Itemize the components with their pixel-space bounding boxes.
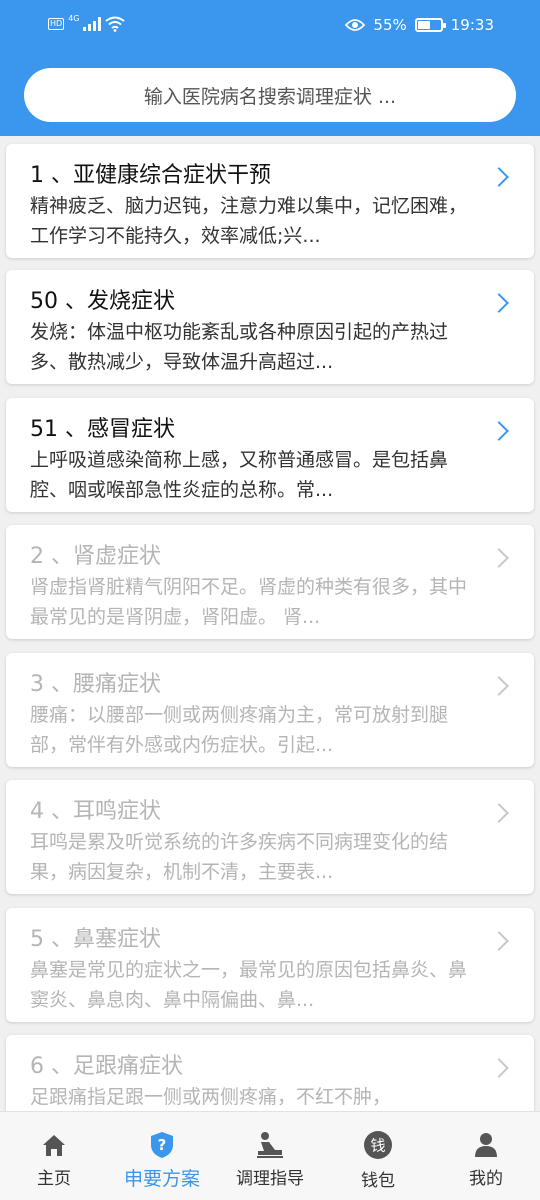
list-item[interactable]: 5 、鼻塞症状鼻塞是常见的症状之一，最常见的原因包括鼻炎、鼻窦炎、鼻息肉、鼻中隔…: [6, 908, 534, 1022]
list-item[interactable]: 1 、亚健康综合症状干预精神疲乏、脑力迟钝，注意力难以集中，记忆困难，工作学习不…: [6, 144, 534, 258]
clock: 19:33: [450, 16, 494, 34]
list-item-description: 鼻塞是常见的症状之一，最常见的原因包括鼻炎、鼻窦炎、鼻息肉、鼻中隔偏曲、鼻...: [30, 959, 468, 1011]
list-item-description: 上呼吸道感染简称上感，又称普通感冒。是包括鼻腔、咽或喉部急性炎症的总称。常...: [30, 449, 449, 501]
person-icon: [471, 1130, 501, 1160]
tab-label: 调理指导: [236, 1169, 304, 1189]
chevron-right-icon: [489, 931, 509, 951]
list-item-description: 腰痛：以腰部一侧或两侧疼痛为主，常可放射到腿部，常伴有外感或内伤症状。引起...: [30, 704, 449, 756]
wallet-icon: 钱: [363, 1130, 393, 1160]
tab-person[interactable]: 我的: [432, 1112, 540, 1200]
list-item[interactable]: 2 、肾虚症状肾虚指肾脏精气阴阳不足。肾虚的种类有很多，其中最常见的是肾阴虚，肾…: [6, 525, 534, 639]
chevron-right-icon: [489, 803, 509, 823]
list-item-description: 足跟痛指足跟一侧或两侧疼痛，不红不肿，: [30, 1086, 392, 1108]
list-item-description: 发烧：体温中枢功能紊乱或各种原因引起的产热过多、散热减少，导致体温升高超过...: [30, 321, 449, 373]
list-item-title: 5 、鼻塞症状: [30, 927, 161, 952]
list-item-title: 2 、肾虚症状: [30, 544, 161, 569]
home-icon: [39, 1130, 69, 1160]
status-left: HD 4G: [48, 13, 126, 32]
list-item-title: 3 、腰痛症状: [30, 672, 161, 697]
network-label: 4G: [68, 13, 80, 23]
list-item[interactable]: 4 、耳鸣症状耳鸣是累及听觉系统的许多疾病不同病理变化的结果，病因复杂，机制不清…: [6, 780, 534, 894]
list-item-title: 51 、感冒症状: [30, 417, 175, 442]
symptom-list[interactable]: 1 、亚健康综合症状干预精神疲乏、脑力迟钝，注意力难以集中，记忆困难，工作学习不…: [0, 136, 540, 1111]
list-item-title: 6 、足跟痛症状: [30, 1054, 183, 1079]
chevron-right-icon: [489, 676, 509, 696]
search-placeholder: 输入医院病名搜索调理症状 ...: [143, 85, 397, 108]
battery-percent: 55%: [373, 16, 407, 34]
bottom-tab-bar: 主页? 申要方案 调理指导钱钱包 我的: [0, 1111, 540, 1200]
tab-label: 钱包: [361, 1171, 395, 1191]
list-item[interactable]: 51 、感冒症状上呼吸道感染简称上感，又称普通感冒。是包括鼻腔、咽或喉部急性炎症…: [6, 398, 534, 512]
tab-question-shield[interactable]: ? 申要方案: [108, 1112, 216, 1200]
hd-badge: HD: [48, 18, 65, 30]
list-item[interactable]: 50 、发烧症状发烧：体温中枢功能紊乱或各种原因引起的产热过多、散热减少，导致体…: [6, 270, 534, 384]
wallet-icon-text: 钱: [370, 1137, 385, 1155]
eye-icon: [345, 19, 366, 31]
chevron-right-icon: [489, 167, 509, 187]
list-item-title: 1 、亚健康综合症状干预: [30, 163, 271, 188]
status-bar: HD 4G 55% 19:33: [0, 0, 540, 52]
chevron-right-icon: [489, 1058, 509, 1078]
massage-icon: [255, 1130, 285, 1160]
signal-icon: [83, 17, 102, 31]
battery-icon: [414, 18, 446, 32]
list-item-description: 精神疲乏、脑力迟钝，注意力难以集中，记忆困难，工作学习不能持久，效率减低;兴..…: [30, 195, 468, 247]
tab-label: 我的: [469, 1169, 503, 1189]
tab-massage[interactable]: 调理指导: [216, 1112, 324, 1200]
tab-wallet[interactable]: 钱钱包: [324, 1112, 432, 1200]
chevron-right-icon: [489, 548, 509, 568]
list-item-description: 肾虚指肾脏精气阴阳不足。肾虚的种类有很多，其中最常见的是肾阴虚，肾阳虚。 肾..…: [30, 576, 468, 628]
tab-label: 主页: [37, 1169, 71, 1189]
status-right: 55% 19:33: [345, 16, 494, 34]
battery-fill: [417, 21, 430, 29]
search-input[interactable]: 输入医院病名搜索调理症状 ...: [24, 68, 516, 122]
wifi-icon: [105, 16, 126, 32]
list-item-description: 耳鸣是累及听觉系统的许多疾病不同病理变化的结果，病因复杂，机制不清，主要表...: [30, 831, 449, 883]
tab-label: 申要方案: [123, 1168, 200, 1190]
chevron-right-icon: [489, 293, 509, 313]
list-item[interactable]: 3 、腰痛症状腰痛：以腰部一侧或两侧疼痛为主，常可放射到腿部，常伴有外感或内伤症…: [6, 653, 534, 767]
list-item-title: 50 、发烧症状: [30, 289, 175, 314]
list-item-title: 4 、耳鸣症状: [30, 799, 161, 824]
question-shield-icon: ?: [147, 1130, 177, 1160]
svg-text:?: ?: [158, 1136, 167, 1154]
app-header: HD 4G 55% 19:33 输入医院病名搜索调理症状 ...: [0, 0, 540, 136]
chevron-right-icon: [489, 421, 509, 441]
list-item[interactable]: 6 、足跟痛症状足跟痛指足跟一侧或两侧疼痛，不红不肿，: [6, 1035, 534, 1111]
tab-home[interactable]: 主页: [0, 1112, 108, 1200]
